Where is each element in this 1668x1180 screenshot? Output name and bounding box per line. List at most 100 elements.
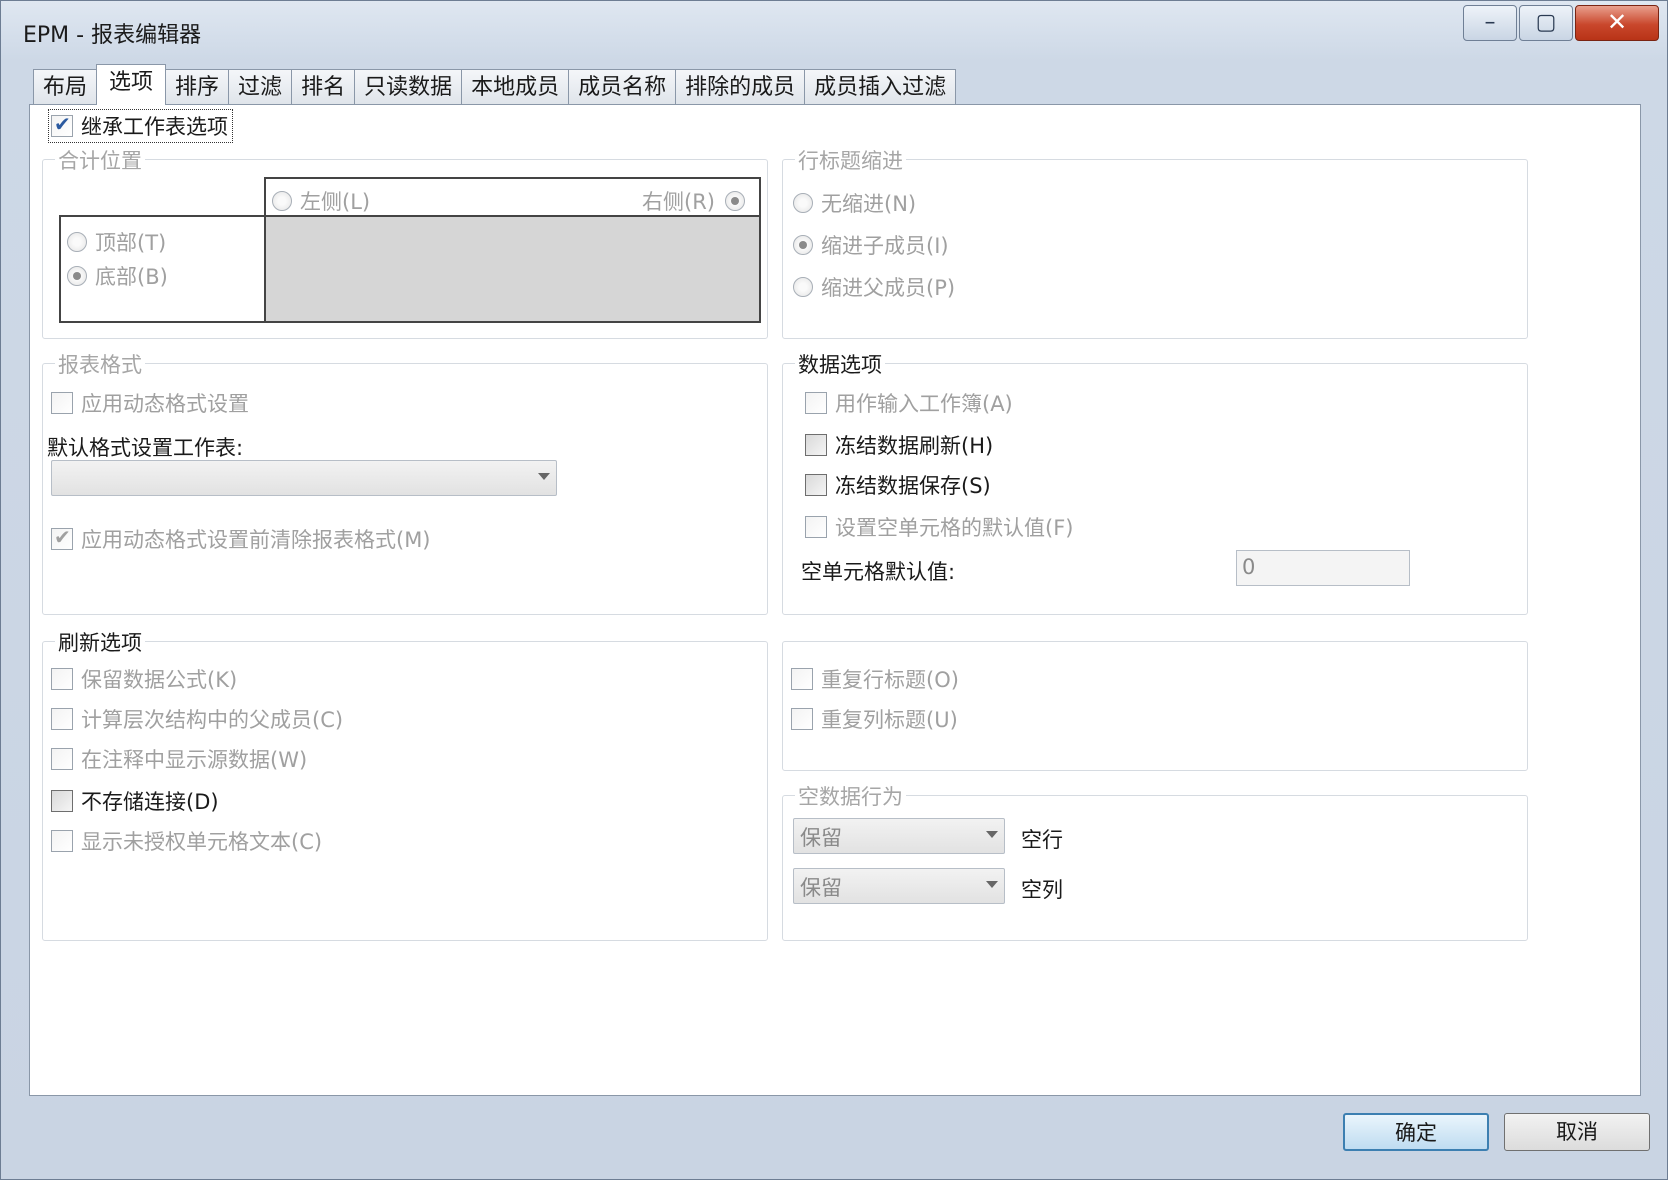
maximize-button[interactable]: ▢ [1519, 5, 1573, 41]
tab-filter[interactable]: 过滤 [228, 69, 293, 105]
inherit-sheet-options-label: 继承工作表选项 [81, 115, 228, 139]
empty-cell-default-label: 空单元格默认值: [801, 560, 956, 584]
cancel-button[interactable]: 取消 [1504, 1113, 1650, 1151]
checkbox-box [805, 516, 827, 538]
tab-member-names[interactable]: 成员名称 [568, 69, 677, 105]
use-as-input-workbook-checkbox[interactable]: 用作输入工作簿(A) [805, 388, 1013, 418]
tab-sort[interactable]: 排序 [165, 69, 230, 105]
freeze-data-refresh-label: 冻结数据刷新(H) [835, 434, 994, 458]
checkbox-box [51, 748, 73, 770]
tab-readonly-data[interactable]: 只读数据 [354, 69, 463, 105]
radio-circle-selected [725, 191, 745, 211]
tab-options[interactable]: 选项 [96, 64, 167, 105]
do-not-store-connection-checkbox[interactable]: 不存储连接(D) [51, 786, 219, 816]
apply-dynamic-format-checkbox[interactable]: 应用动态格式设置 [51, 388, 249, 418]
show-unauthorized-text-checkbox[interactable]: 显示未授权单元格文本(C) [51, 826, 322, 856]
checkbox-box: ✔ [51, 525, 73, 550]
bottom-radio[interactable]: 底部(B) [67, 261, 168, 291]
title-bar[interactable]: EPM - 报表编辑器 – ▢ ✕ [1, 1, 1667, 61]
set-empty-default-label: 设置空单元格的默认值(F) [835, 516, 1074, 540]
repeat-headers-group: 重复行标题(O) 重复列标题(U) [782, 641, 1528, 771]
tab-excluded-members[interactable]: 排除的成员 [675, 69, 806, 105]
total-position-preview [264, 215, 761, 323]
checkmark-icon: ✔ [54, 525, 71, 549]
minimize-button[interactable]: – [1463, 5, 1517, 41]
repeat-col-header-label: 重复列标题(U) [821, 708, 958, 732]
freeze-data-save-label: 冻结数据保存(S) [835, 474, 991, 498]
close-button[interactable]: ✕ [1575, 5, 1659, 41]
empty-row-dropdown[interactable]: 保留 [793, 818, 1005, 854]
indent-parents-label: 缩进父成员(P) [821, 276, 956, 300]
empty-data-behavior-title: 空数据行为 [795, 781, 906, 811]
show-source-in-comments-label: 在注释中显示源数据(W) [81, 748, 308, 772]
repeat-col-header-checkbox[interactable]: 重复列标题(U) [791, 704, 958, 734]
chevron-down-icon [986, 881, 998, 888]
report-format-group: 报表格式 应用动态格式设置 默认格式设置工作表: ✔ 应用动态格式设置前清除报表… [42, 349, 768, 615]
ok-button[interactable]: 确定 [1343, 1113, 1489, 1151]
checkbox-box [805, 434, 827, 456]
tab-rank[interactable]: 排名 [291, 69, 356, 105]
indent-children-radio[interactable]: 缩进子成员(I) [793, 230, 949, 260]
left-radio[interactable]: 左侧(L) [272, 186, 370, 216]
radio-circle [272, 191, 292, 211]
maximize-icon: ▢ [1535, 10, 1557, 35]
tab-layout[interactable]: 布局 [33, 69, 98, 105]
show-unauthorized-text-label: 显示未授权单元格文本(C) [81, 830, 323, 854]
calc-parent-members-checkbox[interactable]: 计算层次结构中的父成员(C) [51, 704, 343, 734]
checkbox-box [51, 790, 73, 812]
row-header-indent-title: 行标题缩进 [795, 145, 906, 175]
checkbox-box [51, 668, 73, 690]
window-title: EPM - 报表编辑器 [23, 23, 202, 48]
empty-row-value: 保留 [800, 826, 842, 850]
data-options-group: 数据选项 用作输入工作簿(A) 冻结数据刷新(H) 冻结数据保存(S) 设置空单… [782, 349, 1528, 615]
chevron-down-icon [538, 473, 550, 480]
radio-circle [67, 232, 87, 252]
set-empty-default-checkbox[interactable]: 设置空单元格的默认值(F) [805, 512, 1073, 542]
freeze-data-refresh-checkbox[interactable]: 冻结数据刷新(H) [805, 430, 993, 460]
inherit-sheet-options-checkbox[interactable]: ✔ 继承工作表选项 [48, 109, 233, 143]
checkbox-box [791, 708, 813, 730]
no-indent-radio[interactable]: 无缩进(N) [793, 188, 916, 218]
radio-circle-selected [67, 266, 87, 286]
empty-col-label: 空列 [1021, 878, 1063, 902]
clear-format-before-checkbox[interactable]: ✔ 应用动态格式设置前清除报表格式(M) [51, 524, 431, 554]
tab-local-members[interactable]: 本地成员 [461, 69, 570, 105]
empty-cell-default-input[interactable]: 0 [1236, 550, 1410, 586]
tab-strip: 布局 选项 排序 过滤 排名 只读数据 本地成员 成员名称 排除的成员 成员插入… [33, 64, 957, 105]
empty-col-value: 保留 [800, 876, 842, 900]
chevron-down-icon [986, 831, 998, 838]
indent-parents-radio[interactable]: 缩进父成员(P) [793, 272, 955, 302]
empty-cell-default-value: 0 [1242, 555, 1256, 579]
total-position-grid: 左侧(L) 右侧(R) 顶部(T) 底部(B) [59, 177, 761, 325]
default-format-sheet-label: 默认格式设置工作表: [47, 436, 244, 460]
indent-children-label: 缩进子成员(I) [821, 234, 949, 258]
radio-circle-selected [793, 235, 813, 255]
refresh-options-title: 刷新选项 [55, 627, 145, 657]
refresh-options-group: 刷新选项 保留数据公式(K) 计算层次结构中的父成员(C) 在注释中显示源数据(… [42, 627, 768, 941]
top-radio[interactable]: 顶部(T) [67, 227, 166, 257]
right-radio[interactable]: 右侧(R) [642, 186, 753, 216]
top-radio-label: 顶部(T) [95, 231, 167, 255]
repeat-row-header-checkbox[interactable]: 重复行标题(O) [791, 664, 959, 694]
freeze-data-save-checkbox[interactable]: 冻结数据保存(S) [805, 470, 991, 500]
checkbox-box [805, 392, 827, 414]
row-header-indent-group: 行标题缩进 无缩进(N) 缩进子成员(I) 缩进父成员(P) [782, 145, 1528, 339]
checkmark-icon: ✔ [54, 112, 71, 136]
tab-member-insert-filter[interactable]: 成员插入过滤 [804, 69, 957, 105]
repeat-row-header-label: 重复行标题(O) [821, 668, 959, 692]
checkbox-box [805, 474, 827, 496]
window-controls: – ▢ ✕ [1461, 5, 1659, 45]
default-format-sheet-dropdown[interactable] [51, 460, 557, 496]
empty-col-dropdown[interactable]: 保留 [793, 868, 1005, 904]
radio-circle [793, 193, 813, 213]
use-as-input-workbook-label: 用作输入工作簿(A) [835, 392, 1013, 416]
keep-data-formula-checkbox[interactable]: 保留数据公式(K) [51, 664, 237, 694]
minimize-icon: – [1484, 10, 1496, 35]
checkbox-box [791, 668, 813, 690]
options-panel: ✔ 继承工作表选项 合计位置 左侧(L) 右侧(R) 顶部(T) 底部(B) 行… [29, 104, 1641, 1096]
show-source-in-comments-checkbox[interactable]: 在注释中显示源数据(W) [51, 744, 307, 774]
vertical-position-column: 顶部(T) 底部(B) [59, 215, 266, 323]
total-position-title: 合计位置 [55, 145, 145, 175]
checkbox-box [51, 830, 73, 852]
do-not-store-connection-label: 不存储连接(D) [81, 790, 219, 814]
